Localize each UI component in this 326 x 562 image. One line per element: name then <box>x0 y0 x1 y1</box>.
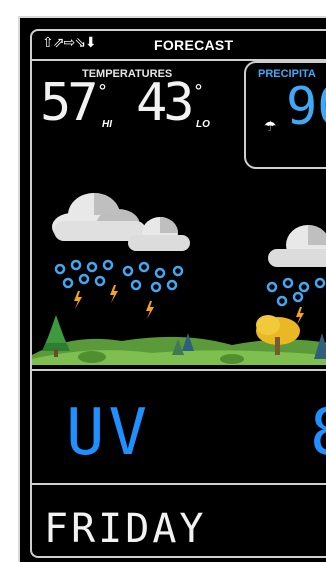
uv-value: 8 <box>310 401 326 465</box>
high-temperature: 57 <box>40 73 99 133</box>
low-degree-symbol: ° <box>194 81 203 102</box>
forecast-screen: ⇧⇗⇨⇘⬇ FORECAST TEMPERATURES 57 ° HI 43 °… <box>30 29 326 558</box>
section-divider <box>32 483 326 485</box>
forecast-header: ⇧⇗⇨⇘⬇ FORECAST <box>32 31 326 61</box>
tree-icon <box>42 315 70 357</box>
low-temperature: 43 <box>136 73 195 133</box>
section-divider <box>32 369 326 371</box>
umbrella-icon: ☂ <box>264 119 277 135</box>
weather-scene-illustration <box>32 193 326 365</box>
high-degree-symbol: ° <box>98 81 107 102</box>
high-tag: HI <box>102 119 112 130</box>
uv-label: UV <box>66 396 152 470</box>
forecast-day: FRIDAY <box>44 506 207 552</box>
precipitation-panel: PRECIPITA ☂ 90 <box>244 61 326 169</box>
low-tag: LO <box>196 119 210 130</box>
cloud-icon <box>268 225 326 267</box>
cloud-icon <box>52 193 146 241</box>
precipitation-value: 90 <box>286 77 326 137</box>
rain-icon <box>54 259 326 307</box>
forecast-title: FORECAST <box>154 37 234 53</box>
trend-arrows-icon: ⇧⇗⇨⇘⬇ <box>42 35 97 51</box>
